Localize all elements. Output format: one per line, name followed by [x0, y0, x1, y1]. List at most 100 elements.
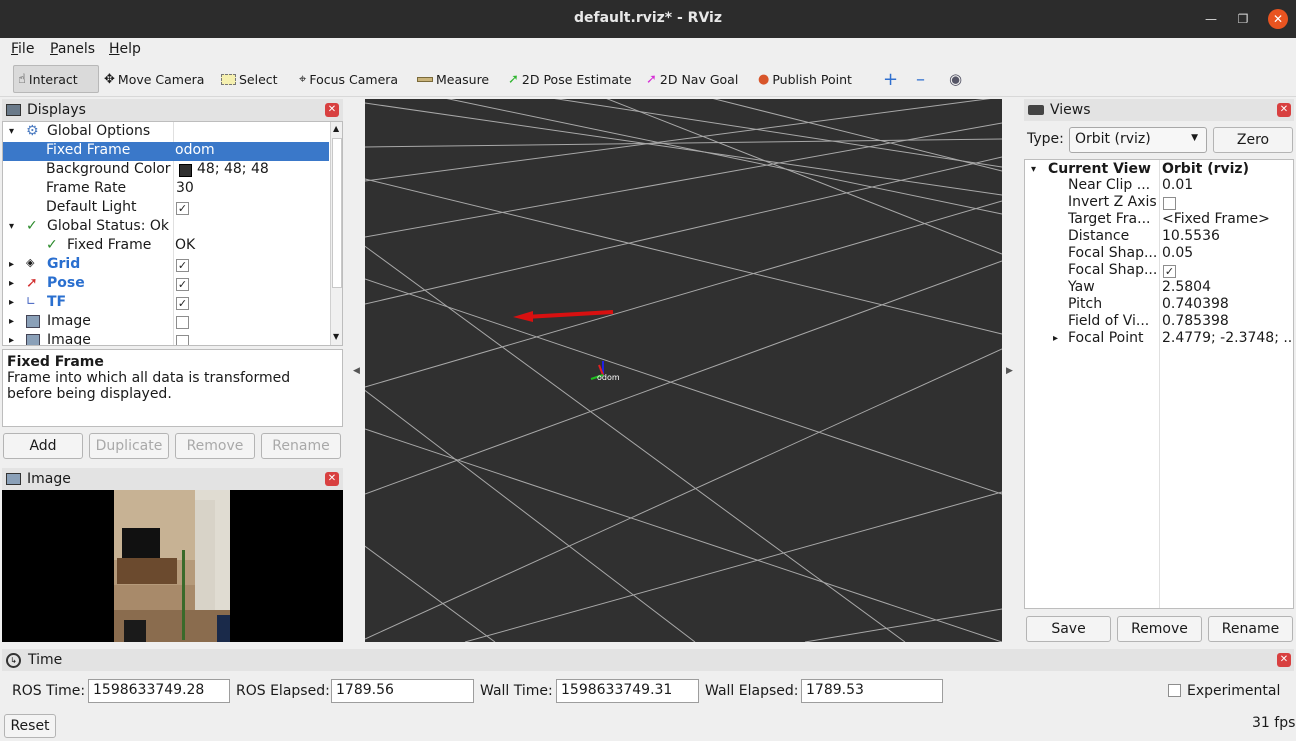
collapse-left-icon[interactable]: ◀ [353, 366, 360, 376]
view-prop-key: Field of Vi... [1068, 313, 1150, 329]
nav-goal-tool[interactable]: ➚ 2D Nav Goal [642, 65, 742, 93]
ruler-icon [417, 76, 433, 82]
ros-elapsed-field[interactable]: 1789.56 [331, 679, 474, 703]
focus-camera-tool[interactable]: ⌖ Focus Camera [295, 65, 402, 93]
view-prop-row[interactable]: Focal Shap... ✓ [1025, 262, 1293, 280]
view-prop-row[interactable]: Field of Vi... 0.785398 [1025, 313, 1293, 331]
view-prop-value[interactable]: 0.05 [1162, 245, 1193, 261]
rename-view-button[interactable]: Rename [1208, 616, 1293, 642]
tree-row-global-options[interactable]: ▾ ⚙ Global Options [3, 123, 329, 142]
pose-estimate-tool[interactable]: ➚ 2D Pose Estimate [504, 65, 636, 93]
reset-button[interactable]: Reset [4, 714, 56, 738]
scrollbar-thumb[interactable] [332, 138, 342, 288]
chevron-right-icon[interactable]: ▸ [9, 316, 14, 327]
add-display-button[interactable]: Add [3, 433, 83, 459]
chevron-right-icon[interactable]: ▸ [9, 259, 14, 270]
focal-shape-checkbox[interactable]: ✓ [1163, 265, 1176, 278]
tree-row-fixed-frame[interactable]: Fixed Frame odom [3, 142, 329, 161]
ros-time-field[interactable]: 1598633749.28 [88, 679, 230, 703]
image2-checkbox[interactable] [176, 335, 189, 345]
tree-row-image-1[interactable]: ▸ Image [3, 313, 329, 332]
view-prop-value[interactable]: 0.740398 [1162, 296, 1229, 312]
view-prop-row[interactable]: Near Clip ... 0.01 [1025, 177, 1293, 195]
experimental-checkbox[interactable] [1168, 684, 1181, 697]
tree-row-status-fixed-frame[interactable]: ✓ Fixed Frame OK [3, 237, 329, 256]
view-prop-row[interactable]: Target Fra... <Fixed Frame> [1025, 211, 1293, 229]
chevron-right-icon[interactable]: ▸ [9, 297, 14, 308]
save-view-button[interactable]: Save [1026, 616, 1111, 642]
view-prop-value[interactable]: 0.01 [1162, 177, 1193, 193]
tree-row-grid[interactable]: ▸ ◈ Grid ✓ [3, 256, 329, 275]
chevron-right-icon[interactable]: ▸ [9, 335, 14, 345]
rename-display-button[interactable]: Rename [261, 433, 341, 459]
color-swatch[interactable] [179, 164, 192, 177]
collapse-right-icon[interactable]: ▶ [1006, 366, 1013, 376]
view-prop-row[interactable]: Distance 10.5536 [1025, 228, 1293, 246]
view-type-select[interactable]: Orbit (rviz) ▼ [1069, 127, 1207, 153]
close-displays-icon[interactable]: ✕ [325, 103, 339, 117]
grid-checkbox[interactable]: ✓ [176, 259, 189, 272]
view-prop-row[interactable]: Yaw 2.5804 [1025, 279, 1293, 297]
view-prop-row[interactable]: Invert Z Axis [1025, 194, 1293, 212]
chevron-down-icon: ▼ [1191, 133, 1198, 143]
image1-checkbox[interactable] [176, 316, 189, 329]
measure-tool[interactable]: Measure [413, 65, 493, 93]
menu-panels[interactable]: Panels [50, 41, 95, 57]
tree-row-frame-rate[interactable]: Frame Rate 30 [3, 180, 329, 199]
menu-help[interactable]: Help [109, 41, 141, 57]
interact-tool[interactable]: ☝ Interact [13, 65, 99, 93]
view-prop-key: Invert Z Axis [1068, 194, 1157, 210]
remove-tool-icon[interactable]: – [912, 65, 929, 93]
minimize-icon[interactable]: — [1201, 9, 1221, 29]
tree-row-background-color[interactable]: Background Color 48; 48; 48 [3, 161, 329, 180]
invert-z-checkbox[interactable] [1163, 197, 1176, 210]
maximize-icon[interactable]: ❐ [1233, 9, 1253, 29]
image-view [2, 490, 343, 642]
view-prop-value[interactable]: 10.5536 [1162, 228, 1220, 244]
view-prop-row[interactable]: ▸ Focal Point 2.4779; -2.3748; ... [1025, 330, 1293, 348]
default-light-checkbox[interactable]: ✓ [176, 202, 189, 215]
grid-scene[interactable]: odom [365, 99, 1002, 642]
chevron-down-icon[interactable]: ▾ [1031, 164, 1036, 175]
close-time-icon[interactable]: ✕ [1277, 653, 1291, 667]
tree-row-pose[interactable]: ▸ ➚ Pose ✓ [3, 275, 329, 294]
close-image-panel-icon[interactable]: ✕ [325, 472, 339, 486]
chevron-right-icon[interactable]: ▸ [1053, 333, 1058, 344]
scroll-down-icon[interactable]: ▼ [333, 332, 339, 341]
render-viewport[interactable]: odom [365, 99, 1002, 642]
ros-elapsed-label: ROS Elapsed: [236, 683, 330, 699]
zero-button[interactable]: Zero [1213, 127, 1293, 153]
wall-elapsed-field[interactable]: 1789.53 [801, 679, 943, 703]
eye-icon[interactable]: ◉ [945, 65, 966, 93]
select-tool[interactable]: Select [217, 65, 282, 93]
publish-point-tool[interactable]: ● Publish Point [754, 65, 856, 93]
wall-time-field[interactable]: 1598633749.31 [556, 679, 699, 703]
remove-view-button[interactable]: Remove [1117, 616, 1202, 642]
view-prop-value[interactable]: 2.5804 [1162, 279, 1211, 295]
view-prop-row[interactable]: Focal Shap... 0.05 [1025, 245, 1293, 263]
tree-row-image-2[interactable]: ▸ Image [3, 332, 329, 345]
remove-display-button[interactable]: Remove [175, 433, 255, 459]
chevron-down-icon[interactable]: ▾ [9, 221, 14, 232]
menu-file[interactable]: File [11, 41, 34, 57]
tree-row-global-status[interactable]: ▾ ✓ Global Status: Ok [3, 218, 329, 237]
tf-checkbox[interactable]: ✓ [176, 297, 189, 310]
chevron-right-icon[interactable]: ▸ [9, 278, 14, 289]
views-title: Views [1050, 102, 1091, 118]
view-prop-key: Near Clip ... [1068, 177, 1151, 193]
add-tool-icon[interactable]: + [879, 65, 902, 93]
view-prop-value[interactable]: <Fixed Frame> [1162, 211, 1270, 227]
view-prop-row[interactable]: Pitch 0.740398 [1025, 296, 1293, 314]
pose-checkbox[interactable]: ✓ [176, 278, 189, 291]
view-prop-value[interactable]: 0.785398 [1162, 313, 1229, 329]
move-camera-tool[interactable]: ✥ Move Camera [100, 65, 208, 93]
scroll-up-icon[interactable]: ▲ [333, 124, 339, 133]
close-window-icon[interactable]: ✕ [1268, 9, 1288, 29]
close-views-icon[interactable]: ✕ [1277, 103, 1291, 117]
view-prop-value[interactable]: 2.4779; -2.3748; ... [1162, 330, 1293, 346]
displays-scrollbar[interactable]: ▲ ▼ [330, 122, 342, 345]
chevron-down-icon[interactable]: ▾ [9, 126, 14, 137]
tree-row-default-light[interactable]: Default Light ✓ [3, 199, 329, 218]
duplicate-display-button[interactable]: Duplicate [89, 433, 169, 459]
tree-row-tf[interactable]: ▸ ∟ TF ✓ [3, 294, 329, 313]
